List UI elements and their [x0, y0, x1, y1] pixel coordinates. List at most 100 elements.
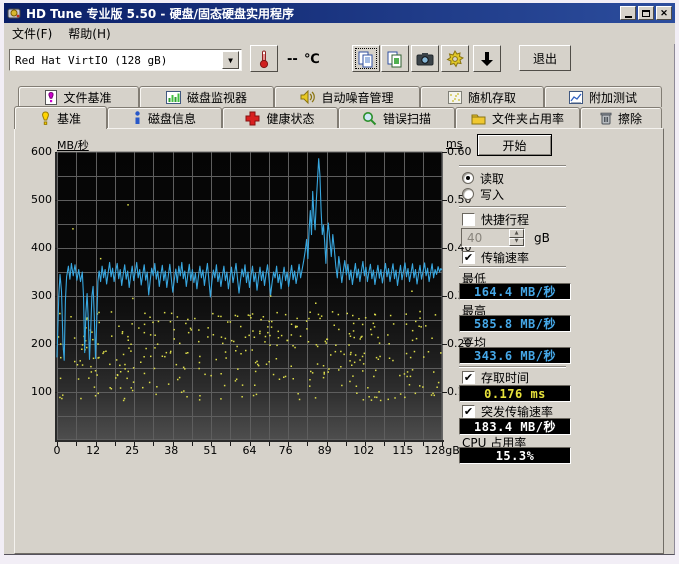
tab-benchmark[interactable]: 基准 [14, 106, 107, 129]
start-label: 开始 [502, 137, 526, 154]
x-tick-label: 25 [125, 444, 139, 457]
burst-rate-display: 183.4 MB/秒 [459, 418, 571, 435]
avg-speed-display: 343.6 MB/秒 [459, 347, 571, 364]
tab-health[interactable]: 健康状态 [222, 107, 338, 128]
y-left-tick-label: 100 [25, 385, 52, 398]
menu-file[interactable]: 文件(F) [12, 25, 52, 42]
options-button[interactable] [441, 45, 469, 72]
access-time-checkbox[interactable]: ✔ [462, 371, 475, 384]
y-left-tick-label: 300 [25, 289, 52, 302]
drive-select-dropdown-button[interactable]: ▼ [222, 51, 239, 69]
title-bar: HD Tune 专业版 5.50 - 硬盘/固态硬盘实用程序 ✕ [4, 3, 675, 23]
x-tick-label: 102 [353, 444, 374, 457]
trash-icon [600, 111, 612, 125]
tab-erase[interactable]: 擦除 [580, 107, 662, 128]
drive-select[interactable]: Red Hat VirtIO (128 gB) ▼ [9, 49, 242, 71]
benchmark-chart [55, 150, 447, 450]
tab-aam[interactable]: 自动噪音管理 [274, 86, 420, 107]
start-button[interactable]: 开始 [477, 134, 552, 156]
arrow-down-icon [480, 51, 494, 67]
read-radio[interactable] [462, 172, 474, 184]
y-left-tick-label: 600 [25, 145, 52, 158]
x-tick-label: 51 [203, 444, 217, 457]
x-tick-label: 38 [164, 444, 178, 457]
minimize-button[interactable] [620, 6, 636, 20]
cpu-usage-value: 15.3% [496, 449, 535, 463]
cpu-usage-display: 15.3% [459, 447, 571, 464]
gear-icon [446, 50, 464, 68]
transfer-rate-label: 传输速率 [481, 249, 529, 266]
check-icon: ✔ [464, 372, 473, 383]
app-window: HD Tune 专业版 5.50 - 硬盘/固态硬盘实用程序 ✕ 文件(F) 帮… [0, 0, 679, 564]
exit-label: 退出 [533, 50, 557, 67]
tab-label: 附加测试 [589, 89, 637, 106]
copy-text-icon [357, 50, 375, 68]
tab-label: 磁盘监视器 [187, 89, 247, 106]
tab-label: 文件夹占用率 [492, 110, 564, 127]
x-tick-label: 64 [243, 444, 257, 457]
avg-speed-value: 343.6 MB/秒 [474, 347, 556, 364]
x-tick-label: 128gB [424, 444, 460, 457]
tab-random-access[interactable]: 随机存取 [420, 86, 544, 107]
menu-help[interactable]: 帮助(H) [68, 25, 110, 42]
burst-rate-row[interactable]: ✔ 突发传输速率 [462, 404, 553, 418]
access-time-value: 0.176 ms [484, 387, 546, 401]
close-button[interactable]: ✕ [656, 6, 672, 20]
tab-label: 健康状态 [266, 110, 314, 127]
burst-rate-checkbox[interactable]: ✔ [462, 405, 475, 418]
short-stroke-size-value: 40 [467, 231, 482, 245]
drive-select-value: Red Hat VirtIO (128 gB) [15, 54, 167, 67]
temperature-value: -- [287, 52, 298, 67]
short-stroke-row[interactable]: 快捷行程 [462, 212, 529, 226]
burst-rate-label: 突发传输速率 [481, 403, 553, 420]
spin-down-button[interactable]: ▼ [509, 238, 524, 247]
health-cross-icon [245, 111, 260, 126]
menu-bar: 文件(F) 帮助(H) [4, 23, 675, 44]
separator [459, 266, 566, 268]
write-radio-row[interactable]: 写入 [462, 187, 504, 201]
tab-error-scan[interactable]: 错误扫描 [338, 107, 455, 128]
minimize-icon [625, 16, 632, 18]
check-icon: ✔ [464, 252, 473, 263]
short-stroke-checkbox[interactable] [462, 213, 475, 226]
app-icon [7, 6, 21, 20]
exit-button[interactable]: 退出 [519, 45, 571, 71]
temperature-unit: ℃ [304, 52, 320, 67]
x-tick-label: 76 [279, 444, 293, 457]
temperature-button[interactable] [250, 45, 278, 72]
copy-image-button[interactable] [381, 45, 409, 72]
save-results-button[interactable] [473, 45, 501, 72]
access-time-label: 存取时间 [481, 369, 529, 386]
separator [459, 206, 566, 208]
screenshot-button[interactable] [411, 45, 439, 72]
x-tick-label: 12 [86, 444, 100, 457]
write-radio[interactable] [462, 188, 474, 200]
tab-disk-monitor[interactable]: 磁盘监视器 [139, 86, 274, 107]
y-left-tick-label: 500 [25, 193, 52, 206]
y-left-tick-label: 200 [25, 337, 52, 350]
tab-label: 擦除 [618, 110, 642, 127]
random-access-icon [448, 91, 462, 104]
maximize-button[interactable] [638, 6, 654, 20]
copy-text-button[interactable] [352, 45, 380, 72]
tab-extra-tests[interactable]: 附加测试 [544, 86, 662, 107]
write-label: 写入 [480, 186, 504, 203]
tab-label: 错误扫描 [383, 110, 431, 127]
copy-image-icon [386, 50, 404, 68]
file-benchmark-icon [45, 90, 57, 105]
y-left-axis-title: MB/秒 [57, 137, 89, 153]
transfer-rate-checkbox[interactable]: ✔ [462, 251, 475, 264]
tab-label: 随机存取 [468, 89, 516, 106]
tab-file-benchmark[interactable]: 文件基准 [18, 86, 139, 107]
transfer-rate-row[interactable]: ✔ 传输速率 [462, 250, 529, 264]
x-tick-label: 0 [54, 444, 61, 457]
spin-up-button[interactable]: ▲ [509, 229, 524, 238]
access-time-row[interactable]: ✔ 存取时间 [462, 370, 529, 384]
short-stroke-size-input[interactable]: 40 ▲ ▼ [461, 228, 525, 247]
tab-disk-info[interactable]: 磁盘信息 [107, 107, 222, 128]
chevron-down-icon: ▼ [228, 56, 233, 65]
tab-folder-usage[interactable]: 文件夹占用率 [455, 107, 580, 128]
folder-icon [471, 112, 486, 125]
min-speed-value: 164.4 MB/秒 [474, 283, 556, 300]
read-radio-row[interactable]: 读取 [462, 171, 504, 185]
